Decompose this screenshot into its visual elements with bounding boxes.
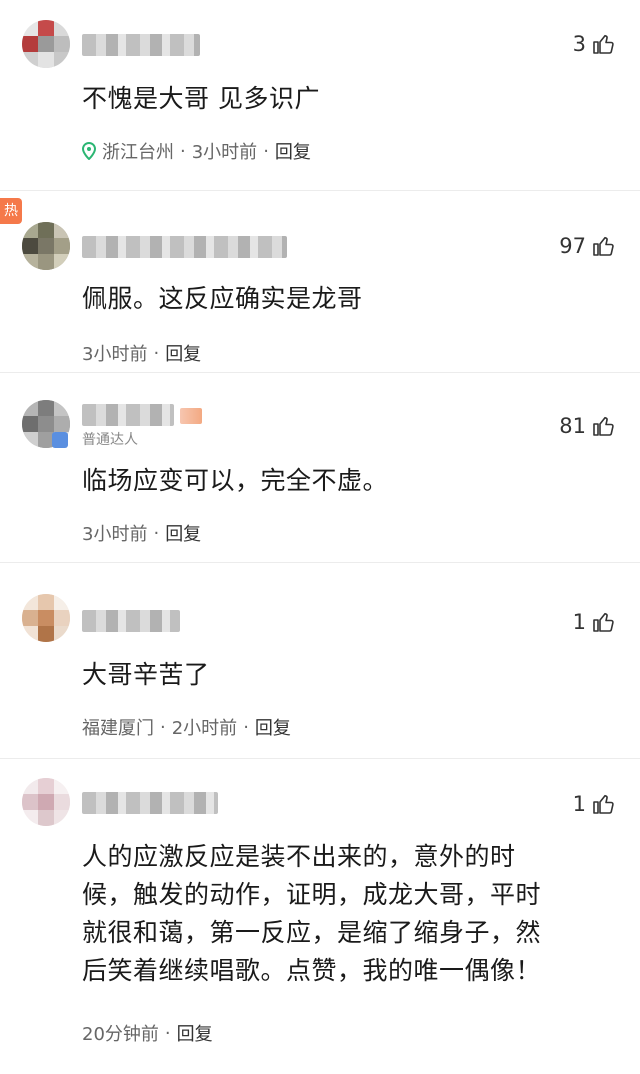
thumbs-up-icon (593, 794, 614, 814)
like-button[interactable]: 1 (573, 792, 616, 816)
avatar[interactable] (22, 778, 70, 826)
comment-text-line: 后笑着继续唱歌。点赞，我的唯一偶像！ (82, 956, 542, 985)
comment-text: 人的应激反应是装不出来的，意外的时 候，触发的动作，证明，成龙大哥，平时 就很和… (82, 838, 612, 990)
time-text: 20分钟前 (82, 1024, 159, 1045)
separator: · (164, 1022, 171, 1044)
reply-button[interactable]: 回复 (177, 1020, 213, 1046)
like-count: 1 (572, 792, 586, 816)
username-blurred[interactable] (82, 792, 218, 814)
comment-meta: 20分钟前 · 回复 (82, 1020, 213, 1046)
comment-text-line: 人的应激反应是装不出来的，意外的时 (82, 842, 516, 871)
comment-text-line: 候，触发的动作，证明，成龙大哥，平时 (82, 880, 542, 909)
comment-text-line: 就很和蔼，第一反应，是缩了缩身子，然 (82, 918, 542, 947)
comment-5: 1 人的应激反应是装不出来的，意外的时 候，触发的动作，证明，成龙大哥，平时 就… (0, 0, 640, 1074)
